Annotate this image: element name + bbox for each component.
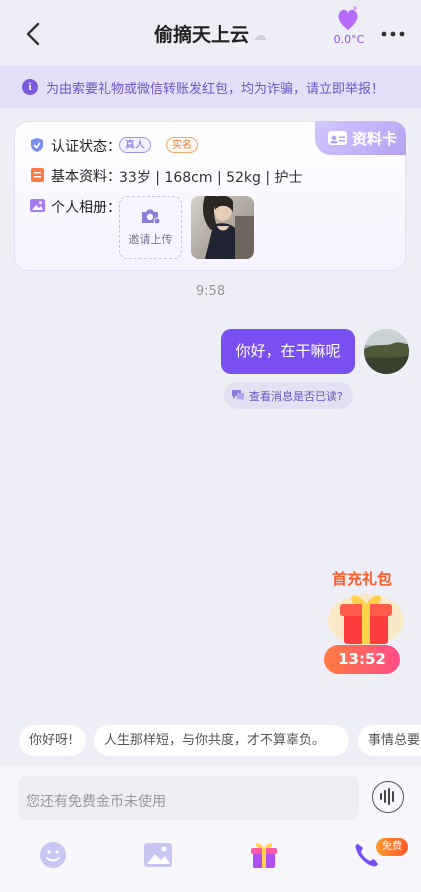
emoji-icon[interactable] xyxy=(38,840,68,870)
voice-input-button[interactable] xyxy=(372,781,404,813)
quick-reply-chip[interactable]: 人生那样短，与你共度，才不算辜负。 xyxy=(94,725,349,756)
basic-info-value: 33岁 | 168cm | 52kg | 护士 xyxy=(119,170,303,186)
gift-box-icon[interactable] xyxy=(326,586,406,648)
document-icon xyxy=(31,168,44,182)
gift-countdown[interactable]: 13:52 xyxy=(324,645,400,674)
shield-icon xyxy=(31,138,43,152)
fraud-warning-text: 为由索要礼物或微信转账发红包，均为诈骗，请立即举报！ xyxy=(46,82,385,97)
album-label: 个人相册： xyxy=(51,200,121,216)
read-status-label: 查看消息是否已读? xyxy=(249,390,343,403)
quick-reply-chip[interactable]: 事情总要 xyxy=(358,725,421,756)
user-avatar[interactable] xyxy=(364,329,409,374)
more-options-icon[interactable] xyxy=(380,24,406,44)
badge-real-name: 实名 xyxy=(166,137,198,153)
id-card-icon xyxy=(328,131,347,145)
badge-real-person: 真人 xyxy=(119,137,151,153)
chat-bubble-icon xyxy=(232,390,244,401)
info-icon: i xyxy=(22,79,38,95)
cloud-icon: ☁ xyxy=(253,27,267,44)
gift-icon[interactable] xyxy=(249,840,279,870)
camera-icon xyxy=(142,209,160,224)
profile-card-tab-label: 资料卡 xyxy=(352,130,398,148)
verify-status-label: 认证状态： xyxy=(51,139,121,155)
page-title-text: 偷摘天上云 xyxy=(153,24,249,46)
image-picker-icon[interactable] xyxy=(143,840,173,870)
invite-upload-button[interactable] xyxy=(119,196,182,259)
album-icon xyxy=(30,199,45,212)
free-badge: 免费 xyxy=(376,838,408,856)
waveform-icon xyxy=(380,788,394,805)
album-photo[interactable] xyxy=(191,196,254,259)
quick-reply-chip[interactable]: 你好呀! xyxy=(19,725,86,756)
intimacy-temperature[interactable]: 0.0°C xyxy=(326,33,372,46)
chat-timestamp: 9:58 xyxy=(195,284,226,299)
invite-upload-label: 邀请上传 xyxy=(128,233,173,246)
sent-message-bubble[interactable]: 你好，在干嘛呢 xyxy=(221,329,355,374)
basic-info-label: 基本资料： xyxy=(51,169,121,185)
heart-icon[interactable] xyxy=(336,4,360,32)
message-input-placeholder: 您还有免费金币未使用 xyxy=(26,794,166,810)
